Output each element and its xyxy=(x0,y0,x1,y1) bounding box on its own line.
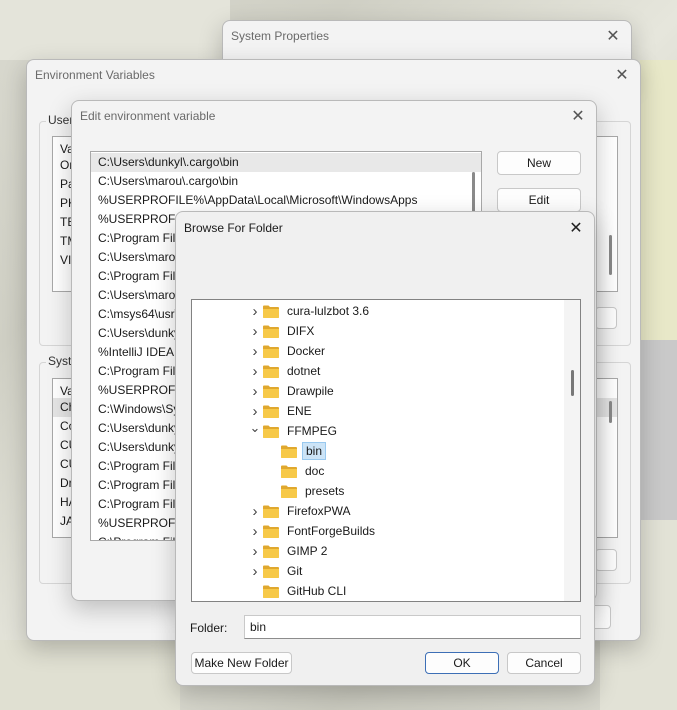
folder-tree-item-label: FontForgeBuilds xyxy=(287,524,376,538)
chevron-right-icon[interactable]: › xyxy=(248,403,262,420)
desktop-wallpaper-block xyxy=(640,60,677,340)
chevron-right-icon[interactable]: › xyxy=(248,383,262,400)
folder-tree-item-label: Docker xyxy=(287,344,326,358)
folder-icon xyxy=(263,585,279,598)
chevron-right-icon[interactable]: › xyxy=(248,323,262,340)
folder-icon xyxy=(263,305,279,318)
folder-tree-item[interactable]: › dotnet xyxy=(248,361,323,381)
new-button[interactable]: New xyxy=(497,151,581,175)
folder-tree-item[interactable]: ⌄ FFMPEG xyxy=(248,420,340,441)
edit-env-titlebar: Edit environment variable xyxy=(72,101,596,131)
folder-icon xyxy=(263,405,279,418)
chevron-right-icon[interactable]: › xyxy=(248,543,262,560)
env-vars-titlebar: Environment Variables xyxy=(27,60,640,90)
folder-tree-item[interactable]: GitHub CLI xyxy=(248,581,349,601)
close-icon[interactable]: ✕ xyxy=(612,65,632,85)
ok-button[interactable]: OK xyxy=(425,652,499,674)
env-vars-title: Environment Variables xyxy=(35,68,155,82)
folder-tree-item[interactable]: › DIFX xyxy=(248,321,317,341)
folder-tree-item-label: FFMPEG xyxy=(287,424,337,438)
folder-icon xyxy=(263,345,279,358)
system-delete-button[interactable] xyxy=(595,549,617,571)
chevron-right-icon[interactable]: › xyxy=(248,523,262,540)
folder-tree-item[interactable]: presets xyxy=(266,481,347,501)
folder-label: Folder: xyxy=(190,621,228,635)
chevron-down-icon[interactable]: ⌄ xyxy=(248,420,262,436)
folder-tree-item-label: doc xyxy=(305,464,325,478)
folder-tree-item-label: dotnet xyxy=(287,364,321,378)
folder-input[interactable]: bin xyxy=(244,615,581,639)
chevron-right-icon[interactable]: › xyxy=(248,343,262,360)
folder-icon xyxy=(263,525,279,538)
system-properties-title: System Properties xyxy=(231,29,330,43)
scrollbar-thumb[interactable] xyxy=(609,235,612,275)
folder-icon xyxy=(281,445,297,458)
close-icon[interactable]: ✕ xyxy=(566,218,586,238)
folder-tree-item[interactable]: › Drawpile xyxy=(248,381,337,401)
folder-tree-item-label: FirefoxPWA xyxy=(287,504,351,518)
folder-icon xyxy=(263,425,279,438)
close-icon[interactable]: ✕ xyxy=(568,106,588,126)
folder-tree-item[interactable]: › FirefoxPWA xyxy=(248,501,354,521)
folder-icon xyxy=(263,325,279,338)
folder-icon xyxy=(263,365,279,378)
folder-tree-item[interactable]: › FontForgeBuilds xyxy=(248,521,378,541)
chevron-right-icon[interactable]: › xyxy=(248,363,262,380)
path-list-item[interactable]: %USERPROFILE%\AppData\Local\Microsoft\Wi… xyxy=(91,191,481,210)
folder-icon xyxy=(281,485,297,498)
desktop-wallpaper-block xyxy=(0,640,180,710)
folder-tree[interactable]: › cura-lulzbot 3.6 › DIFX › Docker › dotnet › Dra… xyxy=(191,299,581,602)
chevron-right-icon[interactable]: › xyxy=(248,303,262,320)
system-properties-titlebar: System Properties xyxy=(223,21,631,51)
scrollbar-thumb[interactable] xyxy=(472,172,475,214)
folder-tree-item-label: Git xyxy=(287,564,303,578)
folder-tree-item-label: ENE xyxy=(287,404,312,418)
make-new-folder-button[interactable]: Make New Folder xyxy=(191,652,292,674)
user-delete-button[interactable] xyxy=(595,307,617,329)
folder-tree-item-label: presets xyxy=(305,484,345,498)
folder-icon xyxy=(263,385,279,398)
edit-button[interactable]: Edit xyxy=(497,188,581,212)
cancel-button[interactable]: Cancel xyxy=(507,652,581,674)
browse-titlebar: Browse For Folder xyxy=(176,212,594,244)
folder-tree-item-label: DIFX xyxy=(287,324,315,338)
folder-tree-item[interactable]: bin xyxy=(266,441,327,461)
folder-tree-item-label: GitHub CLI xyxy=(287,584,347,598)
folder-tree-item-label: cura-lulzbot 3.6 xyxy=(287,304,370,318)
folder-icon xyxy=(263,545,279,558)
chevron-right-icon[interactable]: › xyxy=(248,503,262,520)
desktop-wallpaper-block xyxy=(0,0,230,60)
folder-tree-item-label: GIMP 2 xyxy=(287,544,328,558)
path-list-item[interactable]: C:\Users\marou\.cargo\bin xyxy=(91,172,481,191)
folder-tree-item[interactable]: doc xyxy=(266,461,327,481)
folder-tree-item-label: bin xyxy=(302,442,327,460)
close-icon[interactable]: ✕ xyxy=(603,26,623,46)
edit-env-title: Edit environment variable xyxy=(80,109,216,123)
path-list-item[interactable]: C:\Users\dunkyl\.cargo\bin xyxy=(91,153,481,172)
folder-tree-item[interactable]: › cura-lulzbot 3.6 xyxy=(248,301,372,321)
folder-icon xyxy=(263,505,279,518)
folder-tree-item-label: Drawpile xyxy=(287,384,334,398)
folder-tree-item[interactable]: › Git xyxy=(248,561,305,581)
browse-for-folder-window: Browse For Folder ✕ › cura-lulzbot 3.6 › DI… xyxy=(175,211,595,686)
browse-title: Browse For Folder xyxy=(184,221,283,235)
folder-tree-scrollbar[interactable] xyxy=(564,300,580,601)
folder-tree-item[interactable]: › GIMP 2 xyxy=(248,541,330,561)
folder-icon xyxy=(281,465,297,478)
folder-tree-item[interactable]: › Docker xyxy=(248,341,328,361)
scrollbar-thumb[interactable] xyxy=(571,370,574,396)
folder-tree-item[interactable]: › ENE xyxy=(248,401,315,421)
chevron-right-icon[interactable]: › xyxy=(248,563,262,580)
folder-icon xyxy=(263,565,279,578)
scrollbar-thumb[interactable] xyxy=(609,401,612,423)
